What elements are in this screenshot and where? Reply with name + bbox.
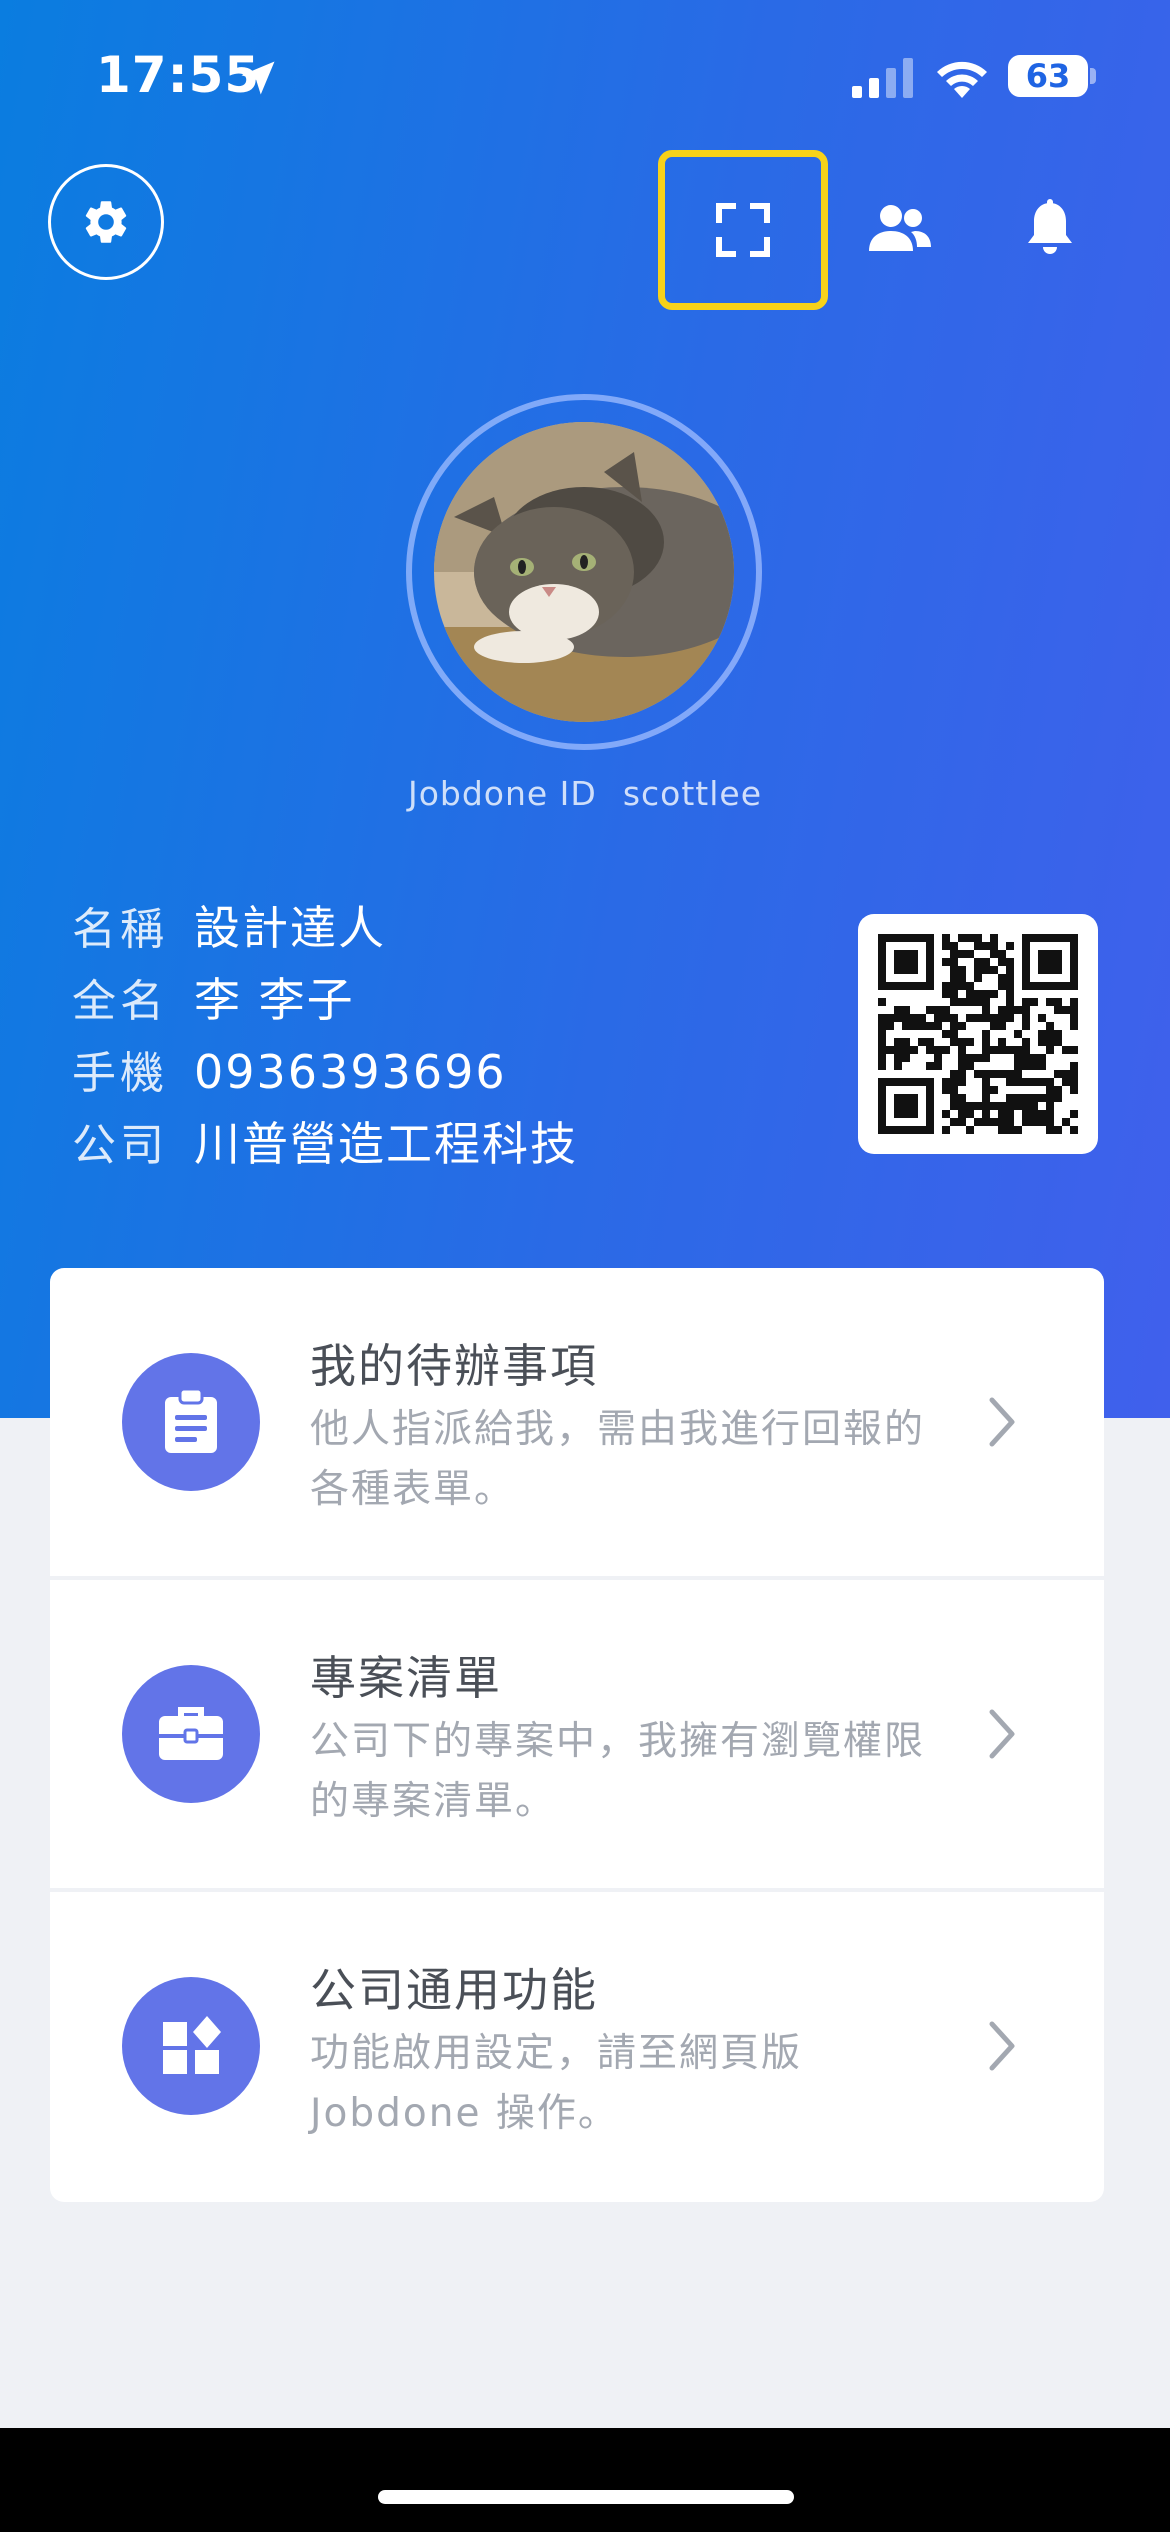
info-label: 名稱 <box>72 904 168 955</box>
contacts-button[interactable] <box>862 190 938 266</box>
jobdone-id-label: Jobdone ID <box>407 774 597 813</box>
location-arrow-icon <box>241 61 275 95</box>
chevron-right-icon <box>989 1397 1015 1447</box>
notifications-button[interactable] <box>1014 190 1086 266</box>
settings-button[interactable] <box>48 164 164 280</box>
info-row-company: 公司 川普營造工程科技 <box>72 1108 578 1180</box>
card-desc: 公司下的專案中，我擁有瀏覽權限的專案清單。 <box>310 1719 926 1824</box>
card-title: 公司通用功能 <box>310 1963 598 2017</box>
card-icon-circle <box>122 1353 260 1491</box>
battery-cap <box>1090 68 1096 84</box>
card-title: 我的待辦事項 <box>310 1339 598 1393</box>
profile-info: 名稱 設計達人 全名李 李子 手機 0936393696 公司 川普營造工程科技 <box>72 892 578 1180</box>
battery-icon: 63 <box>1008 55 1088 97</box>
menu-item-company-functions[interactable]: 公司通用功能 功能啟用設定，請至網頁版 Jobdone 操作。 <box>50 1892 1104 2202</box>
info-value: 0936393696 <box>194 1045 507 1099</box>
wifi-icon <box>937 61 987 98</box>
home-indicator[interactable] <box>378 2490 794 2504</box>
card-icon-circle <box>122 1977 260 2115</box>
chevron-right-icon <box>989 2021 1015 2071</box>
gear-icon <box>85 201 127 243</box>
jobdone-id-value: scottlee <box>622 774 763 813</box>
briefcase-icon <box>159 1707 223 1760</box>
bottom-bar <box>0 2428 1170 2532</box>
scan-qr-button[interactable] <box>658 150 828 310</box>
info-row-fullname: 全名李 李子 <box>72 964 578 1036</box>
signal-icon <box>852 58 913 98</box>
scan-frame-icon <box>716 203 770 257</box>
contacts-icon <box>869 205 931 251</box>
info-value: 川普營造工程科技 <box>194 1117 578 1171</box>
bell-icon <box>1028 199 1072 254</box>
battery-level: 63 <box>1025 57 1071 95</box>
menu-item-todo[interactable]: 我的待辦事項 他人指派給我，需由我進行回報的各種表單。 <box>50 1268 1104 1576</box>
card-desc: 功能啟用設定，請至網頁版 Jobdone 操作。 <box>310 2031 803 2136</box>
qr-code[interactable] <box>858 914 1098 1154</box>
info-row-name: 名稱 設計達人 <box>72 892 578 964</box>
info-value: 李 李子 <box>194 973 355 1027</box>
avatar[interactable] <box>434 422 734 722</box>
card-title: 專案清單 <box>310 1651 502 1705</box>
card-desc: 他人指派給我，需由我進行回報的各種表單。 <box>310 1407 926 1512</box>
info-label: 公司 <box>72 1120 168 1171</box>
cat-photo <box>434 422 734 722</box>
widgets-icon <box>163 2016 221 2074</box>
card-icon-circle <box>122 1665 260 1803</box>
info-row-phone: 手機 0936393696 <box>72 1036 578 1108</box>
info-value: 設計達人 <box>194 901 386 955</box>
jobdone-id: Jobdone ID scottlee <box>0 774 1170 813</box>
qr-code-image <box>878 934 1078 1134</box>
info-label: 手機 <box>72 1048 168 1099</box>
chevron-right-icon <box>989 1709 1015 1759</box>
menu-item-projects[interactable]: 專案清單 公司下的專案中，我擁有瀏覽權限的專案清單。 <box>50 1580 1104 1888</box>
info-label: 全名 <box>72 976 168 1027</box>
clipboard-icon <box>165 1389 217 1453</box>
